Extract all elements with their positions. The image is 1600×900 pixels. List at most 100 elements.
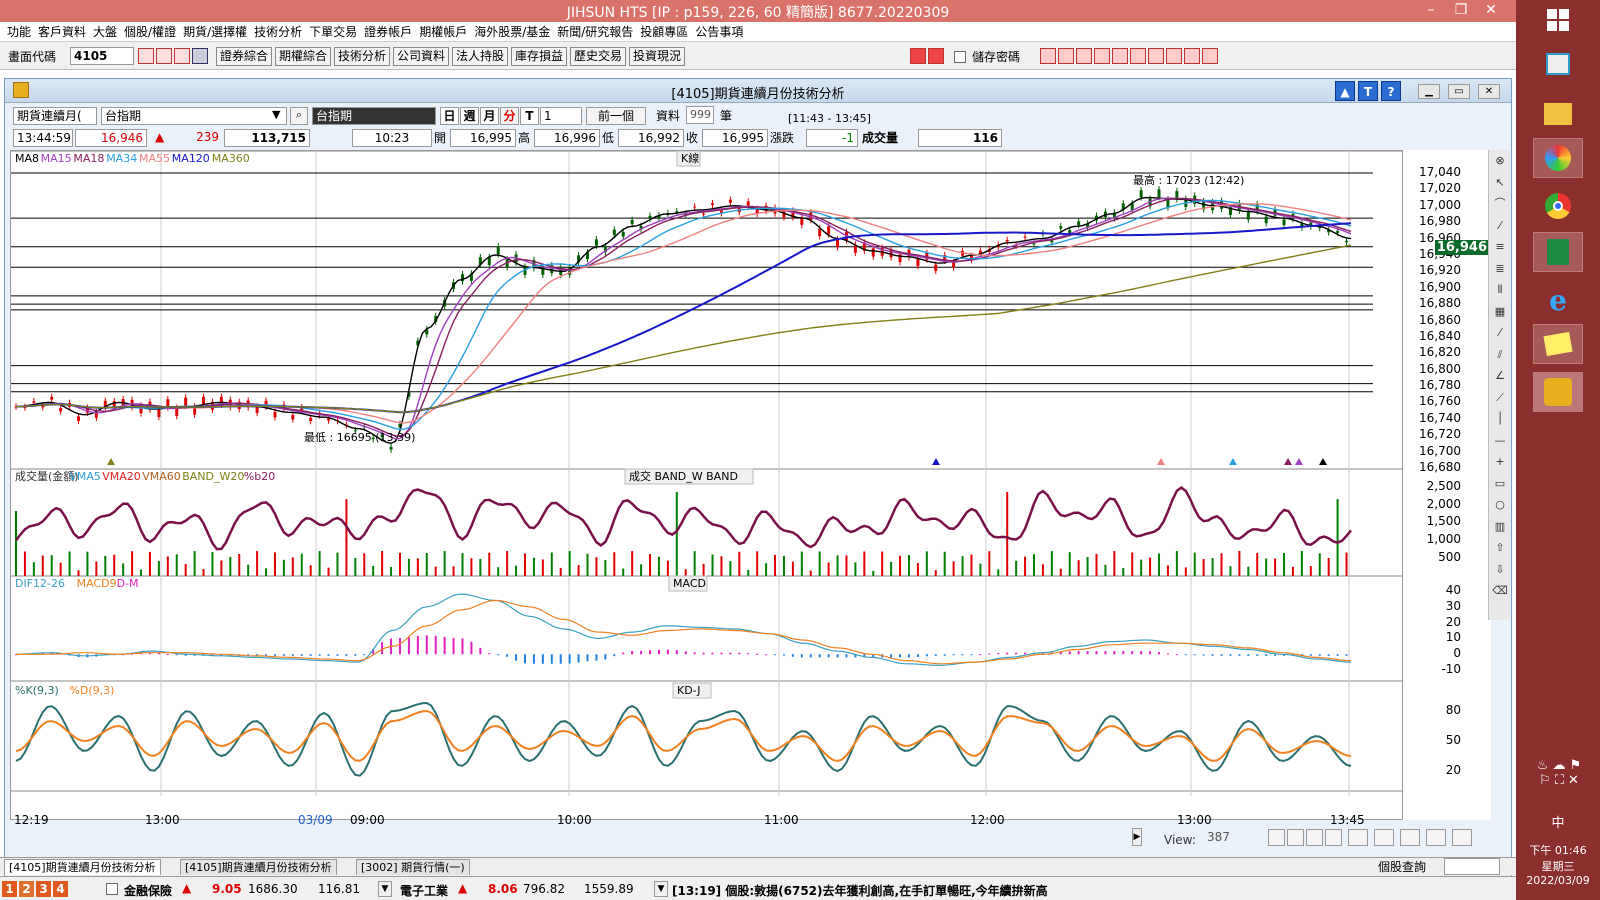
kline-legend-item[interactable]: MA120 <box>172 152 210 165</box>
menu-item[interactable]: 期權帳戶 <box>419 22 467 42</box>
toolbar-button[interactable]: 證券綜合 <box>216 47 273 66</box>
file-explorer-icon[interactable] <box>1533 94 1583 134</box>
period-button[interactable]: T <box>520 107 539 125</box>
toolbar-button[interactable]: 投資現況 <box>629 47 686 66</box>
stock-search-input[interactable] <box>1444 858 1500 875</box>
toolbar-button[interactable]: 技術分析 <box>334 47 391 66</box>
dropdown-icon[interactable] <box>192 48 208 64</box>
kd-legend-item[interactable]: %D(9,3) <box>69 684 114 697</box>
kline-legend-item[interactable]: MA18 <box>73 152 104 165</box>
macd-legend-item[interactable]: D-M <box>117 577 139 590</box>
chart-setting-icon[interactable] <box>1452 829 1472 846</box>
flag-icon[interactable] <box>910 48 926 64</box>
task-view-icon[interactable] <box>1533 44 1583 84</box>
symbol-dropdown-icon[interactable]: ▼ <box>272 108 280 121</box>
drawing-tool-icon[interactable]: ⟋ <box>1492 391 1508 405</box>
status-checkbox[interactable] <box>106 883 118 895</box>
menu-item[interactable]: 功能 <box>7 22 31 42</box>
drawing-tool-icon[interactable]: ▥ <box>1492 520 1508 534</box>
drawing-tool-icon[interactable]: ↖ <box>1492 176 1508 190</box>
search-icon[interactable] <box>138 48 154 64</box>
window-minimize-button[interactable]: ▁ <box>1418 84 1440 99</box>
tool-icon[interactable] <box>1076 48 1092 64</box>
drawing-tool-icon[interactable]: ≣ <box>1492 262 1508 276</box>
drawing-tool-icon[interactable]: ▭ <box>1492 477 1508 491</box>
kline-legend-item[interactable]: MA34 <box>106 152 137 165</box>
menu-item[interactable]: 公告事項 <box>695 22 743 42</box>
prev-button[interactable]: 前一個 <box>586 107 646 125</box>
spreadsheet-icon[interactable] <box>1533 232 1583 272</box>
chart-setting-icon[interactable] <box>1348 829 1368 846</box>
tool-icon[interactable] <box>1148 48 1164 64</box>
menu-item[interactable]: 技術分析 <box>254 22 302 42</box>
close-button[interactable]: ✕ <box>1476 0 1506 22</box>
menu-item[interactable]: 客戶資料 <box>38 22 86 42</box>
drawing-tool-icon[interactable]: ⁄ <box>1492 219 1508 233</box>
period-button[interactable]: 月 <box>480 107 499 125</box>
toolbar-button[interactable]: 庫存損益 <box>511 47 568 66</box>
chart-option-icon[interactable] <box>1325 829 1342 846</box>
flag2-icon[interactable] <box>928 48 944 64</box>
window-tab[interactable]: [4105]期貨連續月份技術分析 <box>180 859 337 875</box>
kline-legend-item[interactable]: MA360 <box>212 152 250 165</box>
ime-indicator[interactable]: 中 <box>1516 812 1600 831</box>
interval-select[interactable]: 1 <box>540 107 582 125</box>
drawing-tool-icon[interactable]: ⫽ <box>1492 348 1508 362</box>
window-icon[interactable] <box>156 48 172 64</box>
toolbar-button[interactable]: 公司資料 <box>393 47 450 66</box>
window-tab[interactable]: [4105]期貨連續月份技術分析 <box>4 859 161 875</box>
drawing-tool-icon[interactable]: ⇩ <box>1492 563 1508 577</box>
windows-start-icon[interactable] <box>1533 0 1583 40</box>
chart-option-icon[interactable] <box>1306 829 1323 846</box>
drawing-tool-icon[interactable]: ⊗ <box>1492 154 1508 168</box>
paint-icon[interactable] <box>1533 138 1583 178</box>
chart-option-icon[interactable] <box>1287 829 1304 846</box>
tool-icon[interactable] <box>1112 48 1128 64</box>
text-icon[interactable]: T <box>1358 81 1378 101</box>
chart-option-icon[interactable] <box>1268 829 1285 846</box>
minimize-button[interactable]: – <box>1416 0 1446 22</box>
series-select[interactable]: 期貨連續月( <box>13 107 97 125</box>
sector2-dropdown-icon[interactable]: ▼ <box>654 881 668 897</box>
tool-icon[interactable] <box>1040 48 1056 64</box>
drawing-tool-icon[interactable]: │ <box>1492 412 1508 426</box>
toolbar-button[interactable]: 歷史交易 <box>570 47 627 66</box>
window-close-button[interactable]: ✕ <box>1478 84 1500 99</box>
menu-item[interactable]: 大盤 <box>93 22 117 42</box>
chart-setting-icon[interactable] <box>1400 829 1420 846</box>
menu-item[interactable]: 投顧專區 <box>640 22 688 42</box>
volume-legend-item[interactable]: BAND_W20 <box>182 470 244 483</box>
drawing-tool-icon[interactable]: ○ <box>1492 498 1508 512</box>
chart-area[interactable]: MA8 MA15 MA18 MA34 MA55 MA120 MA360 成交量(金額) VMA5… <box>10 150 1404 820</box>
volume-legend-item[interactable]: VMA5 <box>69 470 101 483</box>
page-number-button[interactable]: 4 <box>53 881 68 897</box>
tray-icons[interactable]: ♨ ☁ ⚑ ⚐ ⛶ ✕ <box>1524 758 1594 788</box>
volume-legend-item[interactable]: VMA60 <box>142 470 181 483</box>
data-count-input[interactable]: 999 <box>686 106 714 124</box>
kline-legend-item[interactable]: MA55 <box>139 152 170 165</box>
tool-icon[interactable] <box>1166 48 1182 64</box>
menu-item[interactable]: 期貨/選擇權 <box>183 22 247 42</box>
restore-button[interactable]: ❐ <box>1446 0 1476 22</box>
volume-legend-item[interactable]: %b20 <box>244 470 275 483</box>
tool-icon[interactable] <box>1184 48 1200 64</box>
window-maximize-button[interactable]: ▭ <box>1448 84 1470 99</box>
tool-icon[interactable] <box>1094 48 1110 64</box>
tool-icon[interactable] <box>1130 48 1146 64</box>
up-icon[interactable]: ▲ <box>1335 81 1355 101</box>
help-icon[interactable]: ? <box>1381 81 1401 101</box>
macd-legend-item[interactable]: DIF12-26 <box>15 577 65 590</box>
drawing-tool-icon[interactable]: ⇧ <box>1492 541 1508 555</box>
menu-item[interactable]: 個股/權證 <box>124 22 176 42</box>
window-tab[interactable]: [3002] 期貨行情(一) <box>356 859 470 875</box>
menu-item[interactable]: 海外股票/基金 <box>474 22 550 42</box>
period-button[interactable]: 週 <box>460 107 479 125</box>
period-button[interactable]: 分 <box>500 107 519 125</box>
clock-time[interactable]: 下午 01:46 <box>1516 842 1600 858</box>
menu-item[interactable]: 新聞/研究報告 <box>557 22 633 42</box>
macd-legend-item[interactable]: MACD9 <box>77 577 117 590</box>
sector1-dropdown-icon[interactable]: ▼ <box>378 881 392 897</box>
drawing-tool-icon[interactable]: + <box>1492 455 1508 469</box>
chart-setting-icon[interactable] <box>1426 829 1446 846</box>
menu-item[interactable]: 下單交易 <box>309 22 357 42</box>
